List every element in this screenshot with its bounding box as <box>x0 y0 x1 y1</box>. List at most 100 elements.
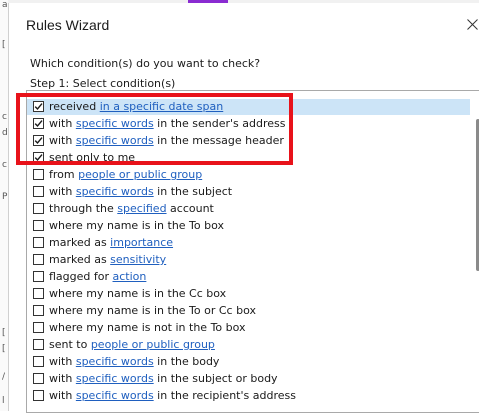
condition-checkbox[interactable] <box>33 271 44 282</box>
condition-value-link[interactable]: specific words <box>76 389 154 402</box>
condition-row[interactable]: with specific words in the recipient's a… <box>27 388 470 404</box>
condition-value-link[interactable]: specific words <box>76 134 154 147</box>
condition-suffix: in the sender's address <box>153 117 286 130</box>
condition-checkbox[interactable] <box>33 288 44 299</box>
condition-text: where my name is in the Cc box <box>49 286 226 302</box>
condition-text: with specific words in the subject or bo… <box>49 371 278 387</box>
condition-suffix: account <box>166 202 214 215</box>
condition-checkbox[interactable] <box>33 356 44 367</box>
condition-value-link[interactable]: in a specific date span <box>100 100 224 113</box>
condition-text: with specific words in the message heade… <box>49 133 284 149</box>
condition-text: through the specified account <box>49 201 214 217</box>
condition-checkbox[interactable] <box>33 373 44 384</box>
condition-value-link[interactable]: specific words <box>76 372 154 385</box>
condition-checkbox[interactable] <box>33 322 44 333</box>
condition-prefix: where my name is in the Cc box <box>49 287 227 300</box>
condition-row[interactable]: with specific words in the subject or bo… <box>27 371 470 387</box>
condition-checkbox[interactable] <box>33 339 44 350</box>
condition-text: where my name is in the To box <box>49 218 224 234</box>
condition-checkbox[interactable] <box>33 186 44 197</box>
condition-value-link[interactable]: action <box>113 270 147 283</box>
condition-row[interactable]: through the specified account <box>27 201 470 217</box>
condition-text: with specific words in the recipient's a… <box>49 388 296 404</box>
condition-text: with specific words in the body <box>49 354 219 370</box>
condition-checkbox[interactable] <box>33 169 44 180</box>
condition-prefix: marked as <box>49 236 111 249</box>
condition-text: flagged for action <box>49 269 146 285</box>
condition-row[interactable]: with specific words in the message heade… <box>27 133 470 149</box>
condition-value-link[interactable]: specific words <box>76 185 154 198</box>
condition-checkbox[interactable] <box>33 135 44 146</box>
dialog-title: Rules Wizard <box>26 17 110 33</box>
condition-prefix: with <box>49 372 76 385</box>
condition-text: marked as importance <box>49 235 173 251</box>
condition-prefix: with <box>49 117 76 130</box>
condition-row[interactable]: where my name is in the To box <box>27 218 470 234</box>
background-text-fragment: / <box>2 372 6 382</box>
condition-question: Which condition(s) do you want to check? <box>30 57 261 70</box>
condition-row[interactable]: sent only to me <box>27 150 470 166</box>
condition-text: received in a specific date span <box>49 99 223 115</box>
background-text-fragment: [ <box>2 40 6 50</box>
condition-text: marked as sensitivity <box>49 252 166 268</box>
condition-checkbox[interactable] <box>33 101 44 112</box>
condition-row[interactable]: with specific words in the body <box>27 354 470 370</box>
condition-suffix: in the subject <box>153 185 233 198</box>
condition-value-link[interactable]: specific words <box>76 355 154 368</box>
condition-prefix: marked as <box>49 253 111 266</box>
background-text-fragment: P <box>2 192 8 202</box>
condition-prefix: with <box>49 134 76 147</box>
condition-value-link[interactable]: importance <box>110 236 173 249</box>
condition-row[interactable]: marked as sensitivity <box>27 252 470 268</box>
condition-value-link[interactable]: sensitivity <box>110 253 166 266</box>
checkmark-icon <box>34 120 43 128</box>
condition-checkbox[interactable] <box>33 118 44 129</box>
condition-checkbox[interactable] <box>33 152 44 163</box>
condition-checkbox[interactable] <box>33 305 44 316</box>
condition-suffix: in the subject or body <box>153 372 278 385</box>
condition-row[interactable]: where my name is not in the To box <box>27 320 470 336</box>
condition-row[interactable]: with specific words in the subject <box>27 184 470 200</box>
close-button[interactable] <box>464 14 479 36</box>
condition-prefix: where my name is in the To or Cc box <box>49 304 256 317</box>
background-text-fragment: c <box>2 112 7 122</box>
condition-value-link[interactable]: people or public group <box>91 338 215 351</box>
condition-suffix: in the message header <box>153 134 284 147</box>
condition-checkbox[interactable] <box>33 390 44 401</box>
background-text-fragment: [ <box>2 328 6 338</box>
condition-checkbox[interactable] <box>33 254 44 265</box>
condition-text: from people or public group <box>49 167 202 183</box>
background-text-fragment: a <box>2 0 8 10</box>
condition-text: with specific words in the sender's addr… <box>49 116 285 132</box>
condition-row[interactable]: where my name is in the To or Cc box <box>27 303 470 319</box>
condition-row[interactable]: marked as importance <box>27 235 470 251</box>
condition-checkbox[interactable] <box>33 237 44 248</box>
step-label: Step 1: Select condition(s) <box>30 77 176 90</box>
condition-prefix: received <box>49 100 100 113</box>
title-bar[interactable]: Rules Wizard <box>9 3 479 43</box>
condition-row[interactable]: from people or public group <box>27 167 470 183</box>
condition-prefix: with <box>49 389 76 402</box>
condition-row[interactable]: flagged for action <box>27 269 470 285</box>
condition-suffix: in the body <box>153 355 220 368</box>
background-text-fragment: c <box>2 160 7 170</box>
condition-prefix: with <box>49 355 76 368</box>
condition-checkbox[interactable] <box>33 203 44 214</box>
condition-text: with specific words in the subject <box>49 184 232 200</box>
conditions-list[interactable]: with specific words in the recipient's a… <box>26 90 479 413</box>
condition-value-link[interactable]: people or public group <box>78 168 202 181</box>
condition-prefix: where my name is not in the To box <box>49 321 246 334</box>
condition-prefix: where my name is in the To box <box>49 219 225 232</box>
vertical-scrollbar[interactable] <box>470 91 479 412</box>
condition-row[interactable]: with specific words in the sender's addr… <box>27 116 470 132</box>
condition-value-link[interactable]: specific words <box>76 117 154 130</box>
condition-value-link[interactable]: specified <box>117 202 166 215</box>
condition-text: where my name is not in the To box <box>49 320 246 336</box>
condition-checkbox[interactable] <box>33 220 44 231</box>
condition-row[interactable]: sent to people or public group <box>27 337 470 353</box>
rules-wizard-dialog: Rules Wizard Which condition(s) do you w… <box>8 3 479 413</box>
condition-row[interactable]: received in a specific date span <box>27 99 470 115</box>
condition-prefix: flagged for <box>49 270 113 283</box>
condition-row[interactable]: where my name is in the Cc box <box>27 286 470 302</box>
checkmark-icon <box>34 103 43 111</box>
